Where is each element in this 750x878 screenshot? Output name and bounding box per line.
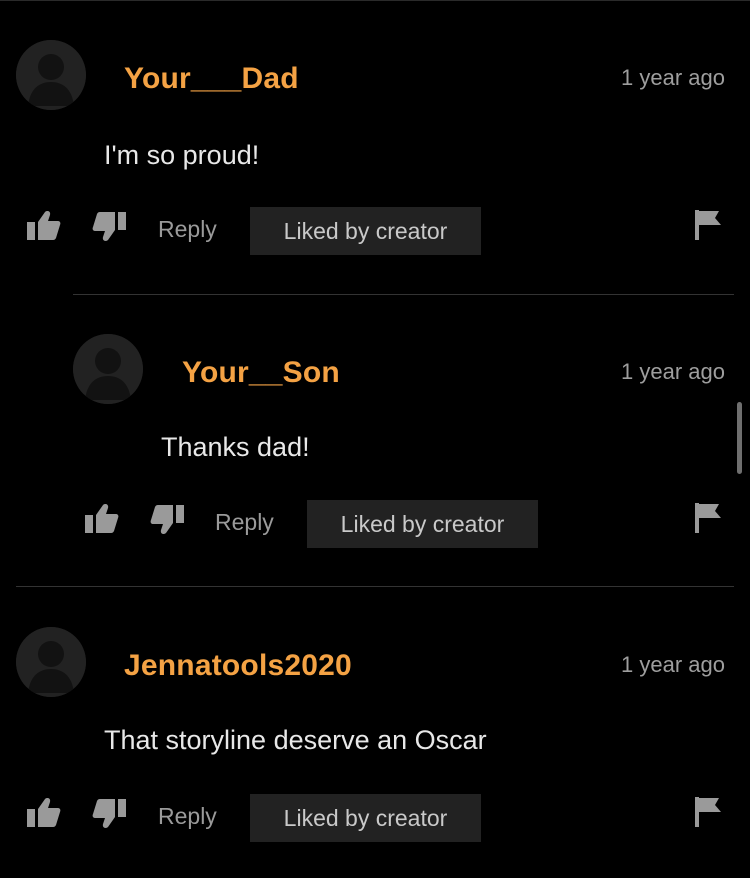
avatar-placeholder-icon [16, 627, 86, 697]
timestamp: 1 year ago [621, 652, 725, 677]
username[interactable]: Your__Son [182, 356, 340, 390]
flag-icon[interactable] [695, 503, 723, 533]
top-divider [0, 0, 750, 1]
avatar[interactable] [16, 627, 86, 697]
reply-button[interactable]: Reply [215, 509, 274, 536]
comment-text: Thanks dad! [161, 432, 310, 462]
username[interactable]: Jennatools2020 [124, 649, 352, 683]
comment-divider [16, 586, 734, 587]
flag-icon[interactable] [695, 797, 723, 827]
liked-by-creator-badge: Liked by creator [250, 207, 481, 255]
username[interactable]: Your___Dad [124, 62, 299, 96]
avatar[interactable] [73, 334, 143, 404]
comment-text: That storyline deserve an Oscar [104, 725, 487, 755]
reply-button[interactable]: Reply [158, 216, 217, 243]
thumbs-down-icon[interactable] [92, 797, 126, 829]
thumbs-down-icon[interactable] [92, 210, 126, 242]
comment-text: I'm so proud! [104, 140, 260, 170]
avatar-placeholder-icon [73, 334, 143, 404]
scrollbar[interactable] [737, 402, 742, 474]
thumbs-up-icon[interactable] [85, 503, 119, 535]
thumbs-up-icon[interactable] [27, 797, 61, 829]
avatar-placeholder-icon [16, 40, 86, 110]
liked-by-creator-badge: Liked by creator [307, 500, 538, 548]
avatar[interactable] [16, 40, 86, 110]
liked-by-creator-badge: Liked by creator [250, 794, 481, 842]
thumbs-up-icon[interactable] [27, 210, 61, 242]
reply-button[interactable]: Reply [158, 803, 217, 830]
thumbs-down-icon[interactable] [150, 503, 184, 535]
timestamp: 1 year ago [621, 65, 725, 90]
flag-icon[interactable] [695, 210, 723, 240]
reply-divider [73, 294, 734, 295]
timestamp: 1 year ago [621, 359, 725, 384]
